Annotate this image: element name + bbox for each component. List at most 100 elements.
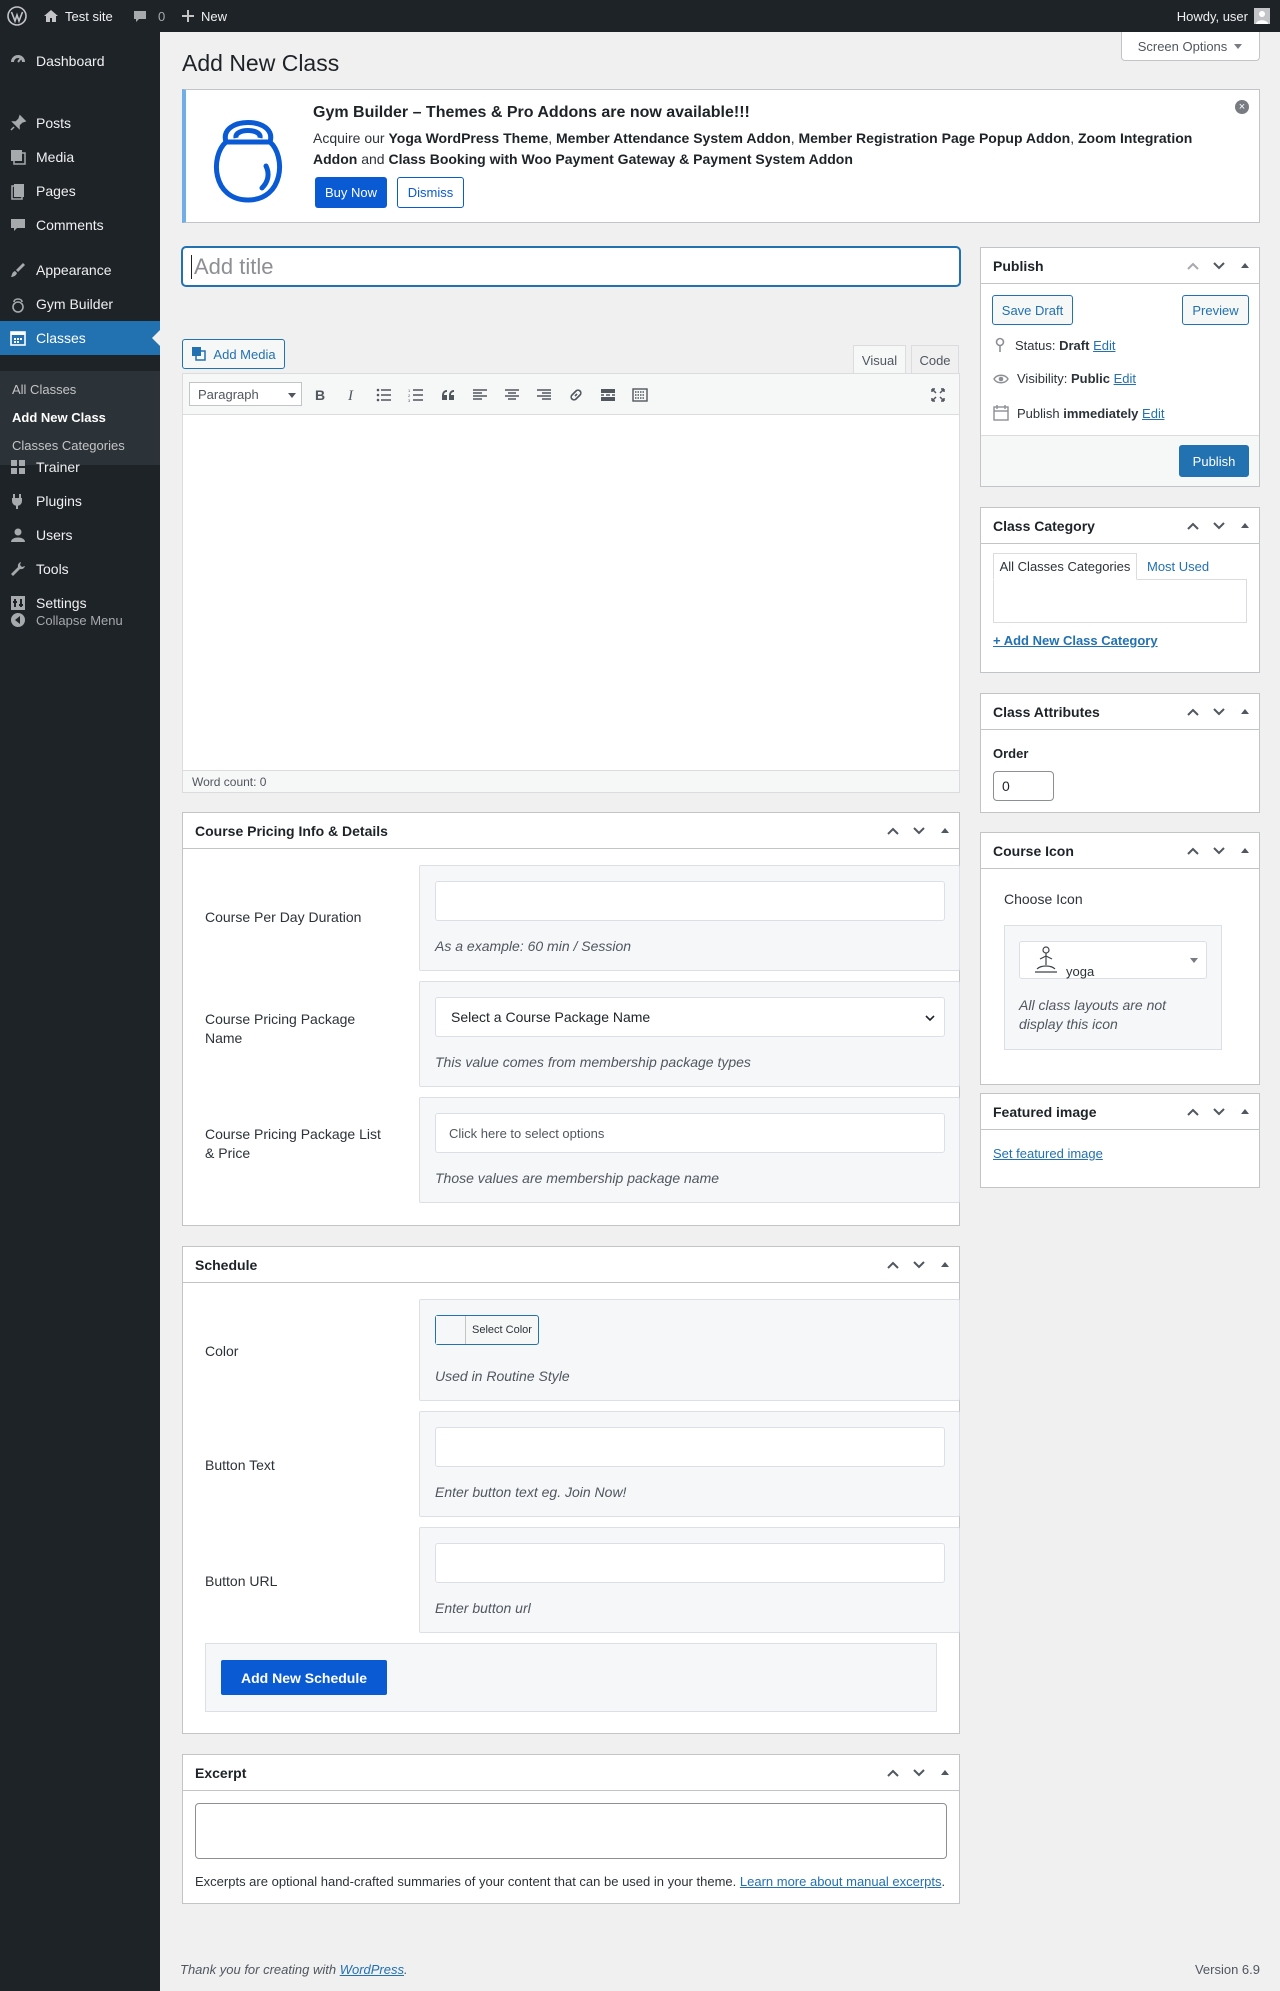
tab-visual[interactable]: Visual — [853, 345, 906, 374]
tab-most-used[interactable]: Most Used — [1147, 559, 1209, 574]
bold-icon[interactable]: B — [311, 386, 329, 404]
toggle-panel-icon[interactable] — [937, 1257, 953, 1273]
chevron-down-icon[interactable] — [1211, 843, 1227, 859]
toggle-panel-icon[interactable] — [1237, 518, 1253, 534]
toggle-panel-icon[interactable] — [1237, 704, 1253, 720]
sidebar-item-gym-builder[interactable]: Gym Builder — [0, 287, 160, 321]
dismiss-button[interactable]: Dismiss — [397, 177, 464, 208]
order-input[interactable]: 0 — [993, 771, 1054, 801]
sidebar-item-media[interactable]: Media — [0, 140, 160, 174]
tab-all-categories[interactable]: All Classes Categories — [993, 553, 1137, 580]
toolbar-toggle-icon[interactable] — [631, 386, 649, 404]
chevron-down-icon[interactable] — [911, 1257, 927, 1273]
numbered-list-icon[interactable]: 123 — [407, 386, 425, 404]
edit-status-link[interactable]: Edit — [1093, 338, 1115, 353]
package-label: Course Pricing Package Name — [205, 1011, 356, 1046]
close-icon[interactable]: × — [1235, 100, 1249, 114]
learn-more-excerpts-link[interactable]: Learn more about manual excerpts — [740, 1874, 942, 1889]
screen-options-button[interactable]: Screen Options — [1121, 32, 1260, 61]
chevron-down-icon[interactable] — [1211, 1104, 1227, 1120]
chevron-up-icon[interactable] — [1185, 1104, 1201, 1120]
sidebar-item-dashboard[interactable]: Dashboard — [0, 44, 160, 78]
sidebar-item-comments[interactable]: Comments — [0, 208, 160, 242]
publish-button[interactable]: Publish — [1179, 445, 1249, 477]
chevron-down-icon[interactable] — [1211, 704, 1227, 720]
wordpress-logo-icon[interactable] — [7, 0, 27, 32]
align-center-icon[interactable] — [503, 386, 521, 404]
chevron-down-icon[interactable] — [1211, 258, 1227, 274]
add-new-category-link[interactable]: + Add New Class Category — [993, 633, 1158, 648]
toggle-panel-icon[interactable] — [937, 823, 953, 839]
new-content-link[interactable]: New — [181, 0, 227, 32]
save-draft-button[interactable]: Save Draft — [992, 295, 1073, 325]
postbox-controls — [885, 823, 953, 839]
package-select[interactable]: Select a Course Package Name — [435, 997, 945, 1037]
link-icon[interactable] — [567, 386, 585, 404]
toggle-panel-icon[interactable] — [1237, 258, 1253, 274]
sidebar-item-posts[interactable]: Posts — [0, 106, 160, 140]
icon-select[interactable]: yoga — [1019, 941, 1207, 979]
chevron-down-icon[interactable] — [911, 823, 927, 839]
chevron-up-icon[interactable] — [885, 823, 901, 839]
post-title-input[interactable]: Add title — [182, 247, 960, 286]
media-icon — [192, 347, 207, 361]
paragraph-format-select[interactable]: Paragraph — [189, 382, 302, 406]
blockquote-icon[interactable] — [439, 386, 457, 404]
sidebar-item-pages[interactable]: Pages — [0, 174, 160, 208]
course-icon-header[interactable]: Course Icon — [981, 833, 1259, 869]
chevron-up-icon[interactable] — [885, 1765, 901, 1781]
read-more-icon[interactable] — [599, 386, 617, 404]
fullscreen-icon[interactable] — [929, 386, 947, 404]
chevron-down-icon[interactable] — [911, 1765, 927, 1781]
toggle-panel-icon[interactable] — [1237, 843, 1253, 859]
excerpt-header[interactable]: Excerpt — [183, 1755, 959, 1791]
my-account-link[interactable]: Howdy, user — [1177, 0, 1270, 32]
align-right-icon[interactable] — [535, 386, 553, 404]
featured-image-header[interactable]: Featured image — [981, 1094, 1259, 1130]
class-attributes-header[interactable]: Class Attributes — [981, 694, 1259, 730]
site-name-link[interactable]: Test site — [43, 0, 113, 32]
publish-header[interactable]: Publish — [981, 248, 1259, 284]
toggle-panel-icon[interactable] — [937, 1765, 953, 1781]
wordpress-link[interactable]: WordPress — [340, 1962, 404, 1977]
preview-button[interactable]: Preview — [1182, 295, 1249, 325]
chevron-up-icon[interactable] — [885, 1257, 901, 1273]
edit-schedule-link[interactable]: Edit — [1142, 406, 1164, 421]
set-featured-image-link[interactable]: Set featured image — [993, 1146, 1103, 1161]
excerpt-textarea[interactable] — [195, 1803, 947, 1859]
submenu-all-classes[interactable]: All Classes — [12, 382, 76, 397]
sidebar-item-plugins[interactable]: Plugins — [0, 484, 160, 518]
collapse-menu-button[interactable]: Collapse Menu — [0, 610, 160, 630]
schedule-header[interactable]: Schedule — [183, 1247, 959, 1283]
select-color-button[interactable]: Select Color — [435, 1315, 539, 1345]
course-pricing-header[interactable]: Course Pricing Info & Details — [183, 813, 959, 849]
sidebar-item-appearance[interactable]: Appearance — [0, 253, 160, 287]
add-new-schedule-button[interactable]: Add New Schedule — [221, 1660, 387, 1695]
chevron-up-icon[interactable] — [1185, 704, 1201, 720]
sidebar-item-trainer[interactable]: Trainer — [0, 450, 160, 484]
class-category-header[interactable]: Class Category — [981, 508, 1259, 544]
align-left-icon[interactable] — [471, 386, 489, 404]
chevron-up-icon[interactable] — [1185, 843, 1201, 859]
add-media-button[interactable]: Add Media — [182, 339, 285, 369]
caret-down-icon — [288, 393, 296, 398]
bullet-list-icon[interactable] — [375, 386, 393, 404]
toggle-panel-icon[interactable] — [1237, 1104, 1253, 1120]
italic-icon[interactable]: I — [343, 386, 361, 404]
sidebar-item-users[interactable]: Users — [0, 518, 160, 552]
button-text-input[interactable] — [435, 1427, 945, 1467]
duration-input[interactable] — [435, 881, 945, 921]
tab-code[interactable]: Code — [911, 345, 959, 374]
edit-visibility-link[interactable]: Edit — [1114, 371, 1136, 386]
comments-link[interactable]: 0 — [132, 0, 165, 32]
chevron-up-icon[interactable] — [1185, 518, 1201, 534]
package-list-multiselect[interactable]: Click here to select options — [435, 1113, 945, 1153]
button-url-input[interactable] — [435, 1543, 945, 1583]
chevron-up-icon[interactable] — [1185, 258, 1201, 274]
submenu-add-new-class[interactable]: Add New Class — [12, 410, 106, 425]
buy-now-button[interactable]: Buy Now — [315, 177, 387, 208]
chevron-down-icon[interactable] — [1211, 518, 1227, 534]
sidebar-item-classes[interactable]: Classes — [0, 321, 160, 355]
caret-down-icon — [1190, 958, 1198, 963]
sidebar-item-tools[interactable]: Tools — [0, 552, 160, 586]
